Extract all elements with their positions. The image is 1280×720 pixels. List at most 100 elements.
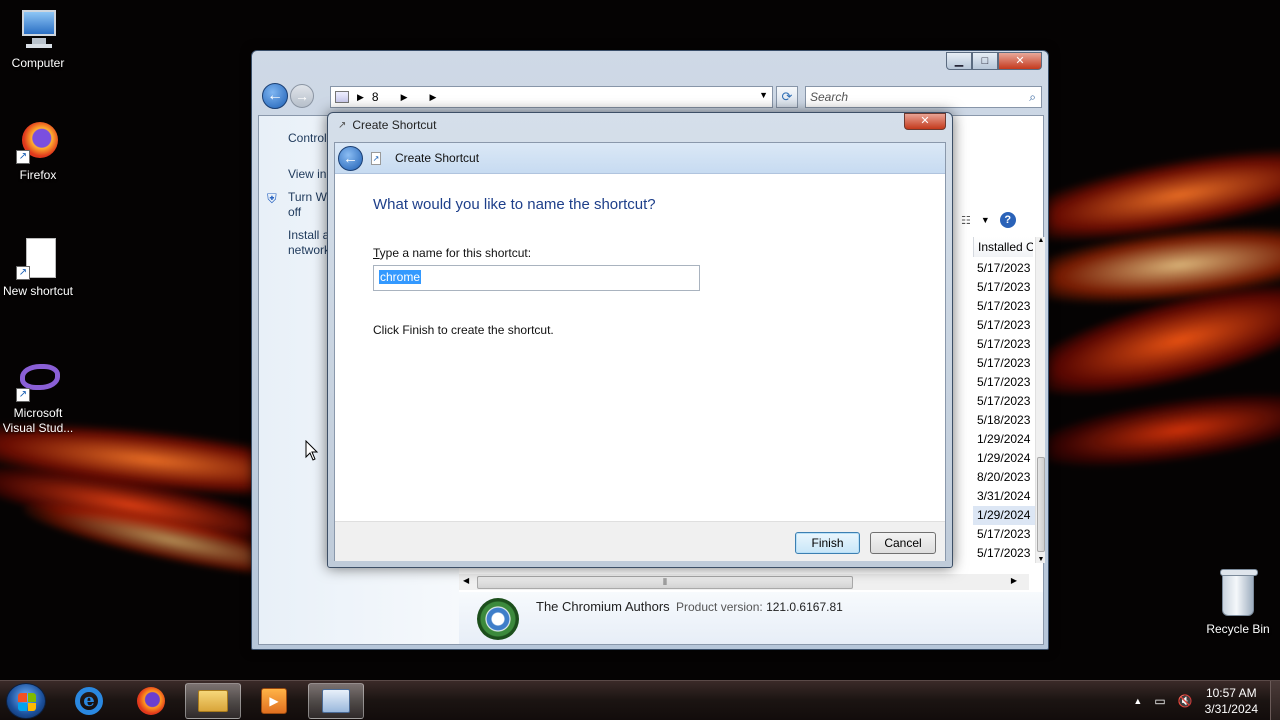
search-placeholder: Search (810, 90, 849, 104)
desktop-icon-new-shortcut[interactable]: ↗ New shortcut (0, 236, 76, 299)
table-row[interactable]: 5/17/2023 (973, 316, 1035, 335)
dialog-close-button[interactable]: ✕ (904, 113, 946, 130)
search-input[interactable]: Search ⌕ (805, 86, 1042, 108)
view-toolbar: ☷ ▼ ? (959, 210, 1043, 230)
taskbar-windows-explorer[interactable] (185, 683, 241, 719)
clock[interactable]: 10:57 AM 3/31/2024 (1205, 685, 1258, 717)
horizontal-scroll-thumb[interactable]: ⦀ (477, 576, 853, 589)
turn-windows-features-link-2[interactable]: off (288, 205, 301, 220)
mouse-cursor-icon (305, 440, 319, 461)
show-hidden-icons-icon[interactable]: ▲ (1133, 696, 1142, 706)
wizard-question: What would you like to name the shortcut… (373, 196, 656, 213)
dialog-titlebar: ↗ Create Shortcut (338, 118, 436, 132)
product-version-label: Product version: (676, 600, 763, 614)
table-row[interactable]: 3/31/2024 (973, 487, 1035, 506)
install-network-program-link[interactable]: Install a (288, 228, 329, 243)
table-row[interactable]: 5/17/2023 (973, 392, 1035, 411)
search-icon[interactable]: ⌕ (1029, 90, 1036, 105)
table-row[interactable]: 5/17/2023 (973, 525, 1035, 544)
table-row[interactable]: 5/17/2023 (973, 354, 1035, 373)
control-panel-home-link[interactable]: Control (288, 131, 327, 146)
breadcrumb-chevron-icon[interactable]: ▶ (401, 92, 408, 103)
wizard-body: ← ↗ Create Shortcut What would you like … (334, 142, 946, 561)
table-row[interactable]: 1/29/2024 (973, 449, 1035, 468)
table-row[interactable]: 1/29/2024 (973, 506, 1035, 525)
address-dropdown-icon[interactable]: ▼ (759, 90, 768, 100)
table-row[interactable]: 5/17/2023 (973, 373, 1035, 392)
clock-date: 3/31/2024 (1204, 702, 1258, 716)
maximize-button[interactable]: □ (972, 52, 998, 70)
firefox-icon: ↗ (16, 120, 60, 164)
desktop-icon-firefox[interactable]: ↗ Firefox (0, 120, 76, 183)
scroll-left-icon[interactable]: ◀ (463, 576, 469, 585)
view-installed-updates-link[interactable]: View in (288, 167, 326, 182)
forward-button[interactable]: → (290, 84, 314, 108)
shortcut-name-label-text: ype a name for this shortcut: (379, 246, 532, 260)
window-controls: ▁ □ ✕ (946, 52, 1042, 70)
computer-icon (16, 8, 60, 52)
scroll-up-icon[interactable]: ▲ (1036, 237, 1046, 244)
network-icon[interactable]: ▭ (1154, 694, 1165, 708)
product-version: Product version: 121.0.6167.81 (676, 600, 843, 614)
desktop-icon-label: Recycle Bin (1206, 622, 1270, 636)
views-dropdown-icon[interactable]: ▼ (981, 215, 990, 225)
recycle-bin-icon (1220, 569, 1258, 616)
install-network-program-link-2[interactable]: network (288, 243, 330, 258)
shortcut-arrow-icon: ↗ (16, 150, 30, 164)
taskbar-media-player[interactable]: ▶ (246, 683, 302, 719)
finish-hint: Click Finish to create the shortcut. (373, 323, 554, 337)
vertical-scroll-thumb[interactable] (1037, 457, 1045, 552)
help-icon[interactable]: ? (999, 212, 1016, 228)
wizard-back-button[interactable]: ← (338, 146, 363, 171)
table-row[interactable]: 1/29/2024 (973, 430, 1035, 449)
cancel-button[interactable]: Cancel (870, 532, 936, 554)
system-tray: ▲ ▭ 🔇 10:57 AM 3/31/2024 (1133, 681, 1280, 720)
desktop-icon-label: New shortcut (2, 284, 74, 298)
wizard-title: Create Shortcut (395, 151, 480, 165)
shortcut-arrow-icon: ↗ (16, 266, 30, 280)
desktop-icon-computer[interactable]: Computer (0, 8, 76, 71)
taskbar-control-panel[interactable] (308, 683, 364, 719)
scroll-right-icon[interactable]: ▶ (1011, 576, 1017, 585)
shortcut-name-label: Type a name for this shortcut: (373, 246, 531, 260)
breadcrumb-chevron-icon[interactable]: ▶ (430, 92, 437, 103)
minimize-button[interactable]: ▁ (946, 52, 972, 70)
table-row[interactable]: 8/20/2023 (973, 468, 1035, 487)
breadcrumb-segment[interactable]: 8 (372, 90, 379, 104)
show-desktop-button[interactable] (1270, 681, 1280, 720)
folder-icon (198, 690, 228, 712)
horizontal-scrollbar[interactable]: ◀ ⦀ ▶ (459, 574, 1029, 590)
desktop-icon-recycle-bin[interactable]: Recycle Bin (1203, 569, 1273, 636)
start-button[interactable] (6, 683, 46, 719)
windows-logo-icon (18, 693, 36, 711)
scroll-down-icon[interactable]: ▼ (1036, 556, 1046, 563)
vertical-scrollbar[interactable]: ▲ ▼ (1035, 237, 1045, 563)
refresh-button[interactable]: ⟳ (776, 86, 798, 108)
taskbar-firefox[interactable] (123, 683, 179, 719)
table-row[interactable]: 5/18/2023 (973, 411, 1035, 430)
breadcrumb-chevron-icon[interactable]: ▶ (357, 92, 364, 103)
finish-button[interactable]: Finish (795, 532, 860, 554)
desktop-icon-label: Computer (11, 56, 65, 70)
internet-explorer-icon: e (75, 687, 103, 715)
table-row[interactable]: 5/17/2023 (973, 259, 1035, 278)
table-row[interactable]: 5/17/2023 (973, 278, 1035, 297)
volume-muted-icon[interactable]: 🔇 (1178, 694, 1193, 708)
address-bar[interactable]: ▶ 8 ▶ ▶ ▼ (330, 86, 773, 108)
create-shortcut-dialog: ↗ Create Shortcut ✕ ← ↗ Create Shortcut … (327, 112, 953, 568)
desktop-icon-visual-studio[interactable]: ↗ Microsoft Visual Stud... (0, 358, 76, 436)
table-row[interactable]: 5/17/2023 (973, 297, 1035, 316)
turn-windows-features-link[interactable]: Turn W (288, 190, 327, 205)
table-row[interactable]: 5/17/2023 (973, 544, 1035, 563)
table-row[interactable]: 5/17/2023 (973, 335, 1035, 354)
shortcut-name-input[interactable]: chrome (373, 265, 700, 291)
close-button[interactable]: ✕ (998, 52, 1042, 70)
views-icon[interactable]: ☷ (961, 214, 971, 227)
shield-icon: ⛨ (267, 191, 277, 206)
column-header-installed-on[interactable]: Installed On (973, 237, 1033, 257)
control-panel-small-icon (335, 91, 349, 103)
back-button[interactable]: ← (262, 83, 288, 109)
control-panel-icon (322, 689, 350, 713)
arrow-left-icon: ← (343, 150, 358, 167)
taskbar-internet-explorer[interactable]: e (61, 683, 117, 719)
